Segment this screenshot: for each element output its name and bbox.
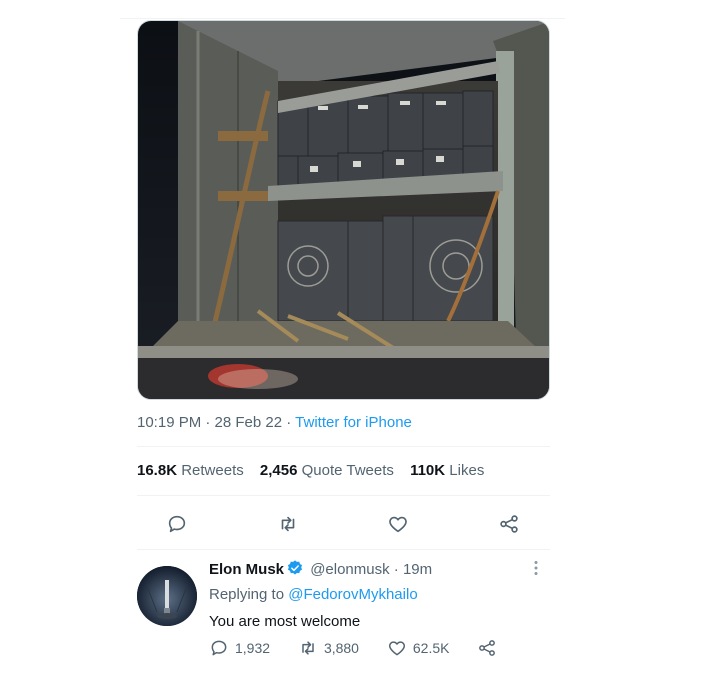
- tweet-action-bar: [137, 508, 550, 540]
- reply-reply-button[interactable]: 1,932: [209, 638, 270, 658]
- retweets-stat[interactable]: 16.8K Retweets: [137, 462, 244, 479]
- author-handle[interactable]: @elonmusk: [310, 561, 389, 578]
- retweet-button[interactable]: [276, 512, 300, 536]
- reply-time[interactable]: · 19m: [390, 561, 432, 578]
- reply-like-button[interactable]: 62.5K: [387, 638, 450, 658]
- retweet-count: 3,880: [323, 640, 359, 656]
- divider-actions: [137, 549, 550, 550]
- tweet-timestamp[interactable]: 10:19 PM · 28 Feb 22 ·: [137, 414, 295, 431]
- heart-icon: [389, 516, 407, 533]
- retweet-icon: [281, 516, 295, 532]
- reply-retweet-button[interactable]: 3,880: [298, 638, 359, 658]
- like-button[interactable]: [386, 512, 410, 536]
- author-name[interactable]: Elon Musk: [209, 561, 284, 578]
- reply-body: Elon Musk @elonmusk · 19m Replying to @F…: [209, 556, 550, 634]
- replying-to-line: Replying to @FedorovMykhailo: [209, 584, 550, 606]
- replying-to-mention[interactable]: @FedorovMykhailo: [288, 586, 417, 603]
- replying-prefix: Replying to: [209, 586, 289, 603]
- quote-tweets-stat[interactable]: 2,456 Quote Tweets: [260, 462, 394, 479]
- divider-meta: [137, 446, 550, 447]
- tweet-source-link[interactable]: Twitter for iPhone: [295, 414, 412, 431]
- like-count: 62.5K: [412, 640, 450, 656]
- rocket-avatar-image: [137, 566, 197, 626]
- share-button[interactable]: [497, 512, 521, 536]
- reply-share-button[interactable]: [477, 638, 503, 658]
- divider-stats: [137, 495, 550, 496]
- tweet-media-photo[interactable]: [137, 20, 550, 400]
- reply-icon: [211, 640, 227, 656]
- reply-text: You are most welcome: [209, 613, 361, 630]
- avatar[interactable]: [137, 566, 197, 626]
- tweet-timestamp-line: 10:19 PM · 28 Feb 22 · Twitter for iPhon…: [137, 414, 412, 431]
- reply-action-bar: 1,932 3,880 62.5K: [209, 638, 527, 661]
- retweet-icon: [302, 641, 314, 655]
- reply-count: 1,932: [235, 640, 271, 656]
- more-dots-icon[interactable]: [526, 558, 546, 578]
- share-icon: [479, 640, 496, 656]
- truck-photo-illustration: [138, 21, 549, 399]
- likes-stat[interactable]: 110K Likes: [410, 462, 484, 479]
- heart-icon: [388, 641, 405, 656]
- verified-badge-icon: [287, 560, 303, 575]
- reply-button[interactable]: [165, 512, 189, 536]
- share-icon: [500, 515, 518, 533]
- top-divider: [120, 18, 565, 19]
- reply-icon: [168, 515, 186, 533]
- reply-header: Elon Musk @elonmusk · 19m: [209, 556, 550, 584]
- tweet-stats: 16.8K Retweets 2,456 Quote Tweets 110K L…: [137, 462, 496, 479]
